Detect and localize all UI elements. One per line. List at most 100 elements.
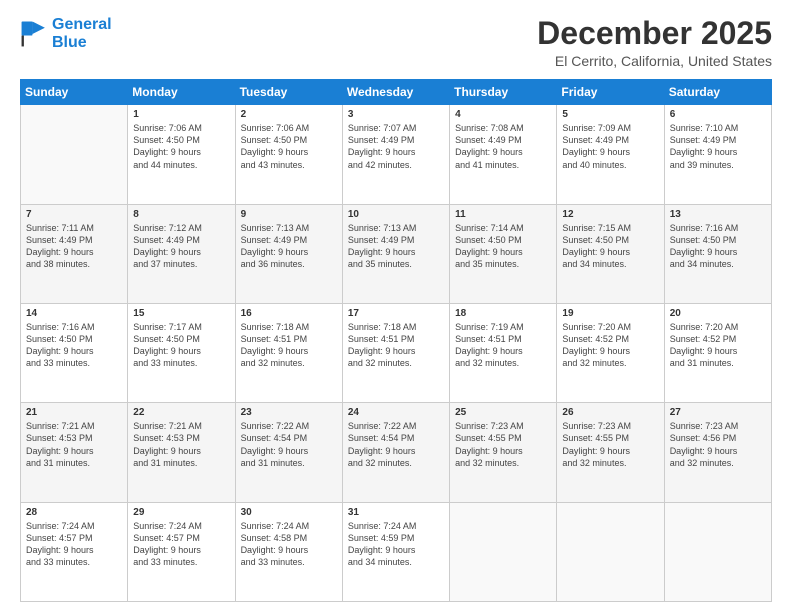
calendar-cell: 5 Sunrise: 7:09 AM Sunset: 4:49 PM Daylig… — [557, 105, 664, 204]
day-number: 13 — [670, 209, 766, 220]
day-info: Sunrise: 7:21 AM Sunset: 4:53 PM Dayligh… — [133, 420, 229, 469]
day-info: Sunrise: 7:13 AM Sunset: 4:49 PM Dayligh… — [348, 222, 444, 271]
day-number: 1 — [133, 109, 229, 120]
day-info: Sunrise: 7:24 AM Sunset: 4:59 PM Dayligh… — [348, 520, 444, 569]
day-number: 5 — [562, 109, 658, 120]
day-info: Sunrise: 7:06 AM Sunset: 4:50 PM Dayligh… — [241, 122, 337, 171]
calendar-cell: 31 Sunrise: 7:24 AM Sunset: 4:59 PM Dayli… — [342, 502, 449, 601]
day-header-friday: Friday — [557, 80, 664, 105]
day-header-wednesday: Wednesday — [342, 80, 449, 105]
calendar-cell: 14 Sunrise: 7:16 AM Sunset: 4:50 PM Dayli… — [21, 303, 128, 402]
day-number: 15 — [133, 308, 229, 319]
day-number: 8 — [133, 209, 229, 220]
calendar-cell: 18 Sunrise: 7:19 AM Sunset: 4:51 PM Dayli… — [450, 303, 557, 402]
logo-line2: Blue — [52, 34, 87, 51]
day-info: Sunrise: 7:11 AM Sunset: 4:49 PM Dayligh… — [26, 222, 122, 271]
day-number: 30 — [241, 507, 337, 518]
day-number: 21 — [26, 407, 122, 418]
calendar-cell — [450, 502, 557, 601]
day-info: Sunrise: 7:20 AM Sunset: 4:52 PM Dayligh… — [670, 321, 766, 370]
week-row-4: 21 Sunrise: 7:21 AM Sunset: 4:53 PM Dayli… — [21, 403, 772, 502]
day-number: 18 — [455, 308, 551, 319]
calendar-cell: 8 Sunrise: 7:12 AM Sunset: 4:49 PM Daylig… — [128, 204, 235, 303]
title-area: December 2025 El Cerrito, California, Un… — [537, 16, 772, 69]
day-info: Sunrise: 7:16 AM Sunset: 4:50 PM Dayligh… — [26, 321, 122, 370]
day-number: 4 — [455, 109, 551, 120]
day-info: Sunrise: 7:15 AM Sunset: 4:50 PM Dayligh… — [562, 222, 658, 271]
day-number: 28 — [26, 507, 122, 518]
calendar-cell: 19 Sunrise: 7:20 AM Sunset: 4:52 PM Dayli… — [557, 303, 664, 402]
day-info: Sunrise: 7:24 AM Sunset: 4:58 PM Dayligh… — [241, 520, 337, 569]
day-info: Sunrise: 7:12 AM Sunset: 4:49 PM Dayligh… — [133, 222, 229, 271]
calendar-cell: 11 Sunrise: 7:14 AM Sunset: 4:50 PM Dayli… — [450, 204, 557, 303]
calendar-cell: 16 Sunrise: 7:18 AM Sunset: 4:51 PM Dayli… — [235, 303, 342, 402]
day-info: Sunrise: 7:19 AM Sunset: 4:51 PM Dayligh… — [455, 321, 551, 370]
day-number: 16 — [241, 308, 337, 319]
day-number: 26 — [562, 407, 658, 418]
calendar-cell: 30 Sunrise: 7:24 AM Sunset: 4:58 PM Dayli… — [235, 502, 342, 601]
subtitle: El Cerrito, California, United States — [537, 53, 772, 69]
day-number: 17 — [348, 308, 444, 319]
day-number: 6 — [670, 109, 766, 120]
week-row-5: 28 Sunrise: 7:24 AM Sunset: 4:57 PM Dayli… — [21, 502, 772, 601]
day-info: Sunrise: 7:22 AM Sunset: 4:54 PM Dayligh… — [241, 420, 337, 469]
day-info: Sunrise: 7:17 AM Sunset: 4:50 PM Dayligh… — [133, 321, 229, 370]
day-number: 19 — [562, 308, 658, 319]
calendar-cell: 2 Sunrise: 7:06 AM Sunset: 4:50 PM Daylig… — [235, 105, 342, 204]
day-number: 11 — [455, 209, 551, 220]
calendar-cell: 26 Sunrise: 7:23 AM Sunset: 4:55 PM Dayli… — [557, 403, 664, 502]
day-number: 29 — [133, 507, 229, 518]
calendar-cell: 28 Sunrise: 7:24 AM Sunset: 4:57 PM Dayli… — [21, 502, 128, 601]
day-info: Sunrise: 7:18 AM Sunset: 4:51 PM Dayligh… — [241, 321, 337, 370]
page: General Blue December 2025 El Cerrito, C… — [0, 0, 792, 612]
day-info: Sunrise: 7:21 AM Sunset: 4:53 PM Dayligh… — [26, 420, 122, 469]
calendar-header-row: SundayMondayTuesdayWednesdayThursdayFrid… — [21, 80, 772, 105]
calendar-cell: 22 Sunrise: 7:21 AM Sunset: 4:53 PM Dayli… — [128, 403, 235, 502]
logo-icon — [20, 20, 48, 48]
calendar-cell: 25Sunrise: 7:23 AM Sunset: 4:55 PM Dayli… — [450, 403, 557, 502]
week-row-3: 14 Sunrise: 7:16 AM Sunset: 4:50 PM Dayli… — [21, 303, 772, 402]
day-info: Sunrise: 7:06 AM Sunset: 4:50 PM Dayligh… — [133, 122, 229, 171]
day-info: Sunrise: 7:24 AM Sunset: 4:57 PM Dayligh… — [26, 520, 122, 569]
day-header-tuesday: Tuesday — [235, 80, 342, 105]
calendar-cell: 27 Sunrise: 7:23 AM Sunset: 4:56 PM Dayli… — [664, 403, 771, 502]
day-info: Sunrise: 7:10 AM Sunset: 4:49 PM Dayligh… — [670, 122, 766, 171]
day-info: Sunrise: 7:16 AM Sunset: 4:50 PM Dayligh… — [670, 222, 766, 271]
week-row-1: 1 Sunrise: 7:06 AM Sunset: 4:50 PM Daylig… — [21, 105, 772, 204]
calendar-cell: 13 Sunrise: 7:16 AM Sunset: 4:50 PM Dayli… — [664, 204, 771, 303]
calendar-cell: 17Sunrise: 7:18 AM Sunset: 4:51 PM Dayli… — [342, 303, 449, 402]
day-info: Sunrise: 7:20 AM Sunset: 4:52 PM Dayligh… — [562, 321, 658, 370]
day-number: 12 — [562, 209, 658, 220]
day-info: Sunrise: 7:23 AM Sunset: 4:55 PM Dayligh… — [562, 420, 658, 469]
day-info: Sunrise: 7:23 AM Sunset: 4:56 PM Dayligh… — [670, 420, 766, 469]
calendar-cell: 12 Sunrise: 7:15 AM Sunset: 4:50 PM Dayli… — [557, 204, 664, 303]
calendar-cell: 6 Sunrise: 7:10 AM Sunset: 4:49 PM Daylig… — [664, 105, 771, 204]
calendar-cell: 3Sunrise: 7:07 AM Sunset: 4:49 PM Daylig… — [342, 105, 449, 204]
day-number: 24 — [348, 407, 444, 418]
day-info: Sunrise: 7:07 AM Sunset: 4:49 PM Dayligh… — [348, 122, 444, 171]
day-number: 14 — [26, 308, 122, 319]
day-number: 31 — [348, 507, 444, 518]
calendar-cell — [557, 502, 664, 601]
day-header-thursday: Thursday — [450, 80, 557, 105]
day-number: 20 — [670, 308, 766, 319]
day-number: 9 — [241, 209, 337, 220]
calendar-table: SundayMondayTuesdayWednesdayThursdayFrid… — [20, 79, 772, 602]
day-number: 10 — [348, 209, 444, 220]
day-number: 2 — [241, 109, 337, 120]
calendar-cell: 9Sunrise: 7:13 AM Sunset: 4:49 PM Daylig… — [235, 204, 342, 303]
day-info: Sunrise: 7:14 AM Sunset: 4:50 PM Dayligh… — [455, 222, 551, 271]
calendar-cell: 21 Sunrise: 7:21 AM Sunset: 4:53 PM Dayli… — [21, 403, 128, 502]
day-info: Sunrise: 7:08 AM Sunset: 4:49 PM Dayligh… — [455, 122, 551, 171]
calendar-cell: 23Sunrise: 7:22 AM Sunset: 4:54 PM Dayli… — [235, 403, 342, 502]
main-title: December 2025 — [537, 16, 772, 51]
calendar-cell: 7Sunrise: 7:11 AM Sunset: 4:49 PM Daylig… — [21, 204, 128, 303]
calendar-cell: 4 Sunrise: 7:08 AM Sunset: 4:49 PM Daylig… — [450, 105, 557, 204]
week-row-2: 7Sunrise: 7:11 AM Sunset: 4:49 PM Daylig… — [21, 204, 772, 303]
day-number: 22 — [133, 407, 229, 418]
day-info: Sunrise: 7:09 AM Sunset: 4:49 PM Dayligh… — [562, 122, 658, 171]
day-info: Sunrise: 7:23 AM Sunset: 4:55 PM Dayligh… — [455, 420, 551, 469]
calendar-cell: 15 Sunrise: 7:17 AM Sunset: 4:50 PM Dayli… — [128, 303, 235, 402]
day-number: 27 — [670, 407, 766, 418]
day-header-sunday: Sunday — [21, 80, 128, 105]
